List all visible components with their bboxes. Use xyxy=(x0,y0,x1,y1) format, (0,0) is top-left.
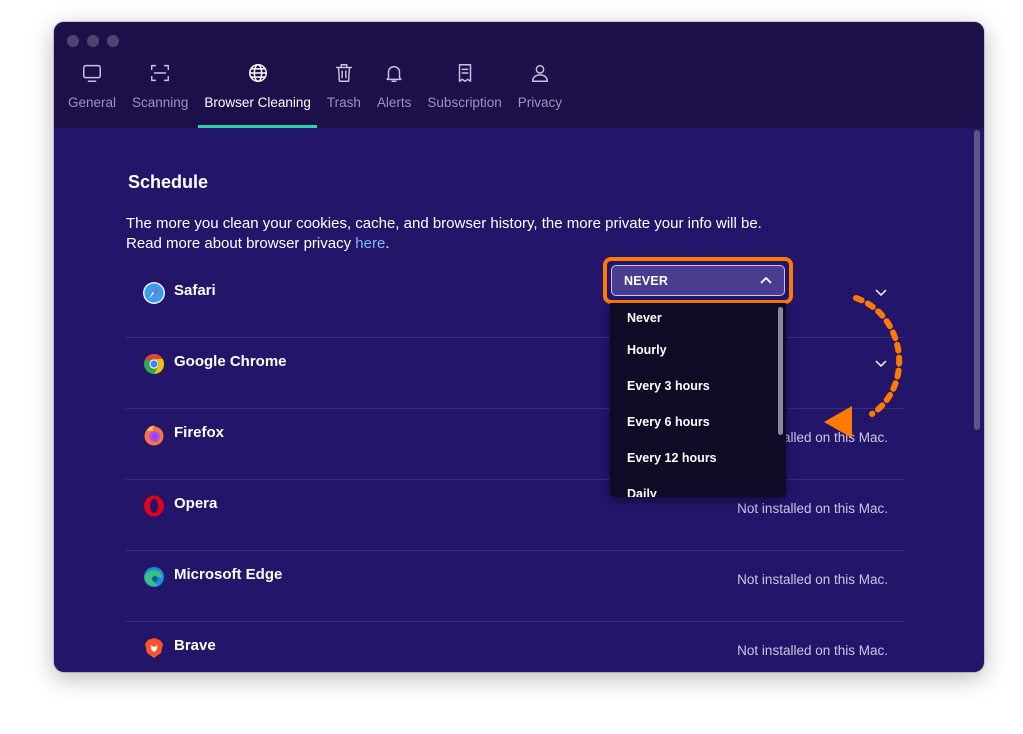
chevron-down-icon[interactable] xyxy=(874,356,888,370)
dropdown-option-daily[interactable]: Daily xyxy=(610,476,786,497)
tab-label: Alerts xyxy=(376,95,412,110)
install-status: Not installed on this Mac. xyxy=(737,572,888,587)
browser-name: Opera xyxy=(174,495,218,512)
description-line-2: Read more about browser privacy here. xyxy=(126,234,886,254)
tab-label: General xyxy=(68,95,117,110)
tab-browser-cleaning[interactable]: Browser Cleaning xyxy=(196,62,319,128)
scan-icon xyxy=(149,62,171,90)
browser-row-brave: Brave Not installed on this Mac. xyxy=(126,622,904,672)
dropdown-option-every-3-hours[interactable]: Every 3 hours xyxy=(610,368,786,404)
tab-label: Privacy xyxy=(517,95,562,110)
browser-name: Microsoft Edge xyxy=(174,566,283,583)
privacy-link[interactable]: here xyxy=(355,235,385,252)
trash-icon xyxy=(333,62,355,90)
description-line-1: The more you clean your cookies, cache, … xyxy=(126,215,762,232)
tab-label: Browser Cleaning xyxy=(204,95,311,110)
tab-subscription[interactable]: Subscription xyxy=(419,62,509,128)
window-scrollbar[interactable] xyxy=(974,130,980,430)
tab-label: Trash xyxy=(326,95,361,110)
browser-name: Brave xyxy=(174,637,216,654)
browser-row-chrome: Google Chrome xyxy=(126,338,904,409)
safari-icon xyxy=(142,281,166,305)
description-period: . xyxy=(385,235,390,252)
description-text: Read more about browser privacy xyxy=(126,235,356,252)
chevron-up-icon xyxy=(760,276,772,284)
tab-label: Scanning xyxy=(132,95,189,110)
dropdown-selected-value: NEVER xyxy=(624,273,669,288)
section-title: Schedule xyxy=(128,172,209,192)
install-status: Not installed on this Mac. xyxy=(737,501,888,516)
browser-name: Firefox xyxy=(174,424,225,441)
receipt-icon xyxy=(454,62,476,90)
chevron-down-icon[interactable] xyxy=(874,285,888,299)
tab-privacy[interactable]: Privacy xyxy=(510,62,570,128)
dropdown-option-every-6-hours[interactable]: Every 6 hours xyxy=(610,404,786,440)
dropdown-option-hourly[interactable]: Hourly xyxy=(610,332,786,368)
traffic-lights xyxy=(67,35,119,47)
dropdown-scrollbar[interactable] xyxy=(778,307,783,435)
edge-icon xyxy=(142,565,166,589)
browser-row-opera: Opera Not installed on this Mac. xyxy=(126,480,904,551)
preferences-tabs: General Scanning Browser Cleaning Trash xyxy=(60,62,570,128)
tab-label: Subscription xyxy=(427,95,502,110)
firefox-icon xyxy=(142,423,166,447)
monitor-icon xyxy=(81,62,103,90)
bell-icon xyxy=(383,62,405,90)
chrome-icon xyxy=(142,352,166,376)
dropdown-option-every-12-hours[interactable]: Every 12 hours xyxy=(610,440,786,476)
dropdown-menu: Never Hourly Every 3 hours Every 6 hours… xyxy=(610,303,786,497)
tab-alerts[interactable]: Alerts xyxy=(369,62,420,128)
browser-row-edge: Microsoft Edge Not installed on this Mac… xyxy=(126,551,904,622)
tab-scanning[interactable]: Scanning xyxy=(124,62,196,128)
zoom-window-button[interactable] xyxy=(107,35,119,47)
schedule-dropdown[interactable]: NEVER xyxy=(611,265,785,296)
minimize-window-button[interactable] xyxy=(87,35,99,47)
schedule-description: The more you clean your cookies, cache, … xyxy=(126,214,886,254)
tab-general[interactable]: General xyxy=(60,62,124,128)
browser-row-firefox: Firefox Not installed on this Mac. xyxy=(126,409,904,480)
install-status: Not installed on this Mac. xyxy=(737,643,888,658)
browser-list: Safari Google Chrome Firefox Not install… xyxy=(126,267,904,672)
opera-icon xyxy=(142,494,166,518)
brave-icon xyxy=(142,636,166,660)
close-window-button[interactable] xyxy=(67,35,79,47)
app-window: General Scanning Browser Cleaning Trash xyxy=(54,22,984,672)
dropdown-option-never[interactable]: Never xyxy=(610,304,786,332)
tab-trash[interactable]: Trash xyxy=(319,62,369,128)
person-icon xyxy=(529,62,551,90)
browser-name: Google Chrome xyxy=(174,353,287,370)
browser-name: Safari xyxy=(174,282,216,299)
globe-icon xyxy=(247,62,269,90)
title-bar: General Scanning Browser Cleaning Trash xyxy=(54,22,984,128)
